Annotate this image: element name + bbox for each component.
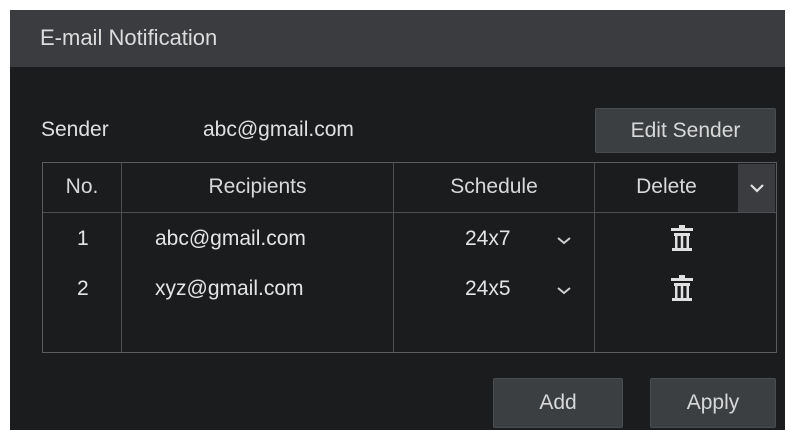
email-notification-dialog: E-mail Notification Sender abc@gmail.com… <box>10 10 785 430</box>
chevron-down-icon <box>557 287 571 295</box>
chevron-down-icon <box>749 184 764 193</box>
table-header: No. Recipients Schedule Delete <box>43 163 776 213</box>
column-header-delete: Delete <box>636 175 697 198</box>
column-header-schedule: Schedule <box>450 175 538 198</box>
trash-icon[interactable] <box>670 224 694 252</box>
column-header-no: No. <box>65 175 99 198</box>
edit-sender-button[interactable]: Edit Sender <box>595 108 776 153</box>
add-button[interactable]: Add <box>493 378 623 428</box>
recipient-email: xyz@gmail.com <box>155 277 304 300</box>
dialog-title: E-mail Notification <box>40 25 218 50</box>
row-number: 2 <box>77 277 89 300</box>
recipient-email: abc@gmail.com <box>155 227 306 250</box>
apply-button[interactable]: Apply <box>650 378 776 428</box>
trash-icon[interactable] <box>670 274 694 302</box>
header-divider <box>43 212 776 213</box>
dialog-title-bar: E-mail Notification <box>10 10 785 67</box>
schedule-select[interactable]: 24x7 <box>443 223 583 253</box>
column-header-recipients: Recipients <box>208 175 307 198</box>
recipients-table: No. Recipients Schedule Delete 1 abc@gma… <box>42 162 777 353</box>
schedule-value: 24x7 <box>465 227 511 250</box>
sender-value: abc@gmail.com <box>203 118 354 141</box>
schedule-value: 24x5 <box>465 277 511 300</box>
sender-label: Sender <box>41 118 109 141</box>
delete-column-menu-button[interactable] <box>738 164 775 212</box>
schedule-select[interactable]: 24x5 <box>443 273 583 303</box>
empty-table-row <box>43 313 776 352</box>
row-number: 1 <box>77 227 89 250</box>
chevron-down-icon <box>557 237 571 245</box>
